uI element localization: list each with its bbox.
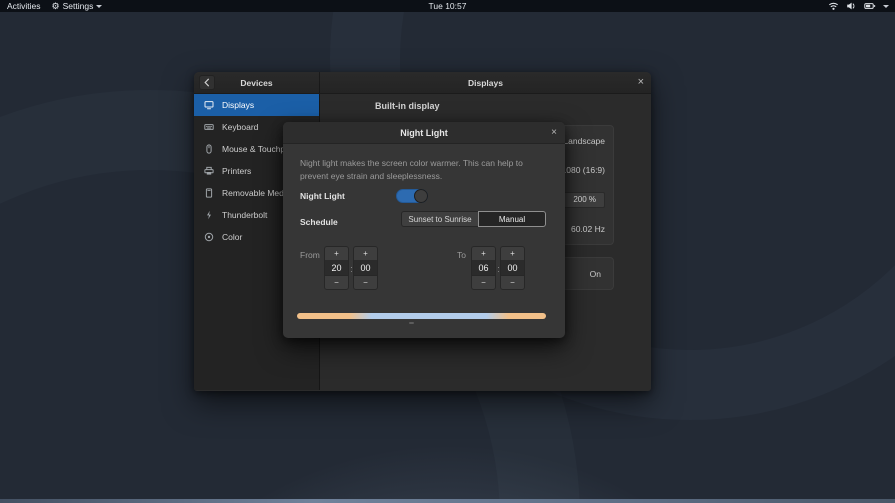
sidebar-item-label: Thunderbolt — [222, 210, 268, 220]
display-icon — [204, 101, 214, 110]
refresh-rate-value: 60.02 Hz — [570, 224, 605, 235]
to-minutes-increment-button[interactable]: + — [500, 246, 525, 261]
dialog-header: Night Light × — [283, 122, 565, 144]
night-light-toggle[interactable] — [396, 189, 428, 203]
from-hours-spinner: + 20 − — [324, 246, 349, 290]
sidebar-item-label: Color — [222, 232, 243, 242]
color-icon — [204, 232, 214, 242]
to-hours-increment-button[interactable]: + — [471, 246, 496, 261]
app-menu-label: Settings — [62, 1, 94, 11]
night-light-status: On — [589, 268, 601, 279]
app-menu-settings[interactable]: ⚙ Settings — [52, 1, 103, 11]
sidebar-item-displays[interactable]: Displays — [194, 94, 319, 116]
header-bar: Devices Displays × — [194, 72, 651, 94]
top-bar: Activities ⚙ Settings Tue 10:57 — [0, 0, 895, 12]
from-label: From — [300, 250, 320, 260]
wallpaper-edge — [0, 499, 895, 503]
thunderbolt-icon — [207, 210, 211, 220]
resolution-value: 1080 (16:9) — [561, 165, 605, 176]
to-minutes-decrement-button[interactable]: − — [500, 275, 525, 290]
removable-media-icon — [205, 188, 213, 198]
night-light-dialog: Night Light × Night light makes the scre… — [283, 122, 565, 338]
sidebar-item-label: Removable Media — [222, 188, 291, 198]
sidebar-title: Devices — [240, 77, 273, 88]
mouse-icon — [206, 144, 212, 154]
window-close-button[interactable]: × — [638, 72, 644, 94]
wallpaper-glow — [60, 430, 840, 503]
sidebar-header: Devices — [194, 72, 320, 93]
printer-icon — [204, 166, 214, 175]
to-label: To — [457, 250, 466, 260]
volume-icon — [847, 2, 855, 10]
schedule-manual-button[interactable]: Manual — [478, 211, 546, 227]
schedule-sunset-button[interactable]: Sunset to Sunrise — [401, 211, 479, 227]
battery-icon — [864, 3, 876, 9]
to-minutes-spinner: + 00 − — [500, 246, 525, 290]
orientation-value: Landscape — [563, 135, 605, 146]
keyboard-icon — [204, 124, 214, 130]
to-hours-decrement-button[interactable]: − — [471, 275, 496, 290]
dialog-title: Night Light — [400, 127, 448, 138]
desktop: Activities ⚙ Settings Tue 10:57 Devices … — [0, 0, 895, 503]
panel-heading: Built-in display — [375, 101, 440, 111]
from-minutes-increment-button[interactable]: + — [353, 246, 378, 261]
to-hours-value[interactable]: 06 — [471, 260, 496, 276]
sidebar-item-label: Keyboard — [222, 122, 259, 132]
to-minutes-value[interactable]: 00 — [500, 260, 525, 276]
schedule-label: Schedule — [300, 217, 338, 227]
from-hours-increment-button[interactable]: + — [324, 246, 349, 261]
from-hours-value[interactable]: 20 — [324, 260, 349, 276]
from-minutes-spinner: + 00 − — [353, 246, 378, 290]
to-hours-spinner: + 06 − — [471, 246, 496, 290]
toggle-knob — [414, 189, 428, 203]
dialog-close-button[interactable]: × — [551, 122, 557, 144]
page-title: Displays — [468, 77, 503, 88]
system-status-area[interactable] — [828, 1, 895, 11]
from-minutes-decrement-button[interactable]: − — [353, 275, 378, 290]
night-light-label: Night Light — [300, 191, 345, 201]
network-icon — [829, 2, 838, 10]
schedule-segmented-control: Sunset to Sunrise Manual — [401, 211, 546, 227]
chevron-down-icon — [883, 4, 889, 8]
clock[interactable]: Tue 10:57 — [0, 1, 895, 11]
activities-button[interactable]: Activities — [7, 1, 41, 11]
dialog-description: Night light makes the screen color warme… — [300, 158, 523, 182]
sidebar-item-label: Displays — [222, 100, 255, 110]
slider-center-tick — [409, 322, 414, 324]
chevron-down-icon — [96, 4, 103, 8]
window-title-area: Displays × — [320, 72, 651, 93]
scale-200-button[interactable]: 200 % — [565, 191, 605, 208]
chevron-left-icon — [204, 78, 209, 87]
color-temperature-slider[interactable] — [297, 313, 546, 319]
gear-icon: ⚙ — [51, 1, 60, 11]
from-minutes-value[interactable]: 00 — [353, 260, 378, 276]
back-button[interactable] — [199, 75, 215, 90]
from-hours-decrement-button[interactable]: − — [324, 275, 349, 290]
sidebar-item-label: Printers — [222, 166, 252, 176]
